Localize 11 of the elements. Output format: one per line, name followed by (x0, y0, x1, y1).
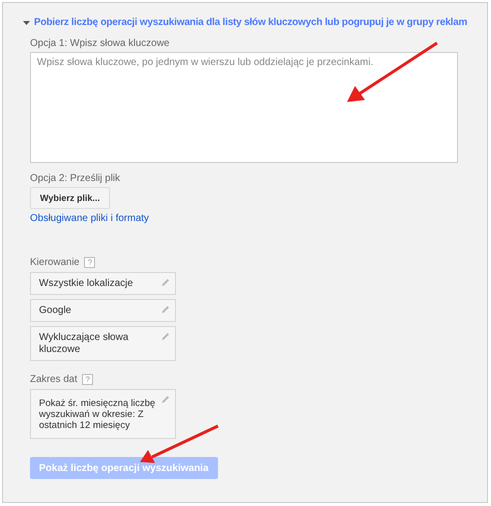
option-label: Opcja 2: Prześlij plik (30, 172, 120, 185)
keywords-field[interactable]: Wpisz słowa kluczowe, po jednym w wierszu lub oddzielając je przecinkami. (30, 52, 458, 163)
date-range-label: Zakres dat (30, 373, 78, 386)
targeting-setting[interactable]: Wszystkie lokalizacje (30, 272, 176, 295)
targeting-setting[interactable]: Google (30, 299, 176, 322)
targeting-setting[interactable]: Wykluczające słowa kluczowe (30, 326, 176, 361)
formats-link[interactable]: Obsługiwane pliki i formaty (30, 212, 149, 226)
targeting-label: Kierowanie (30, 256, 80, 269)
date-range-setting[interactable]: Pokaż śr. miesięczną liczbę wyszukiwań w okresie: Z ostatnich 12 miesięcy (30, 389, 176, 439)
option-label: Opcja 1: Wpisz słowa kluczowe (30, 37, 170, 50)
choose-file-button[interactable]: Wybierz plik... (30, 187, 110, 209)
